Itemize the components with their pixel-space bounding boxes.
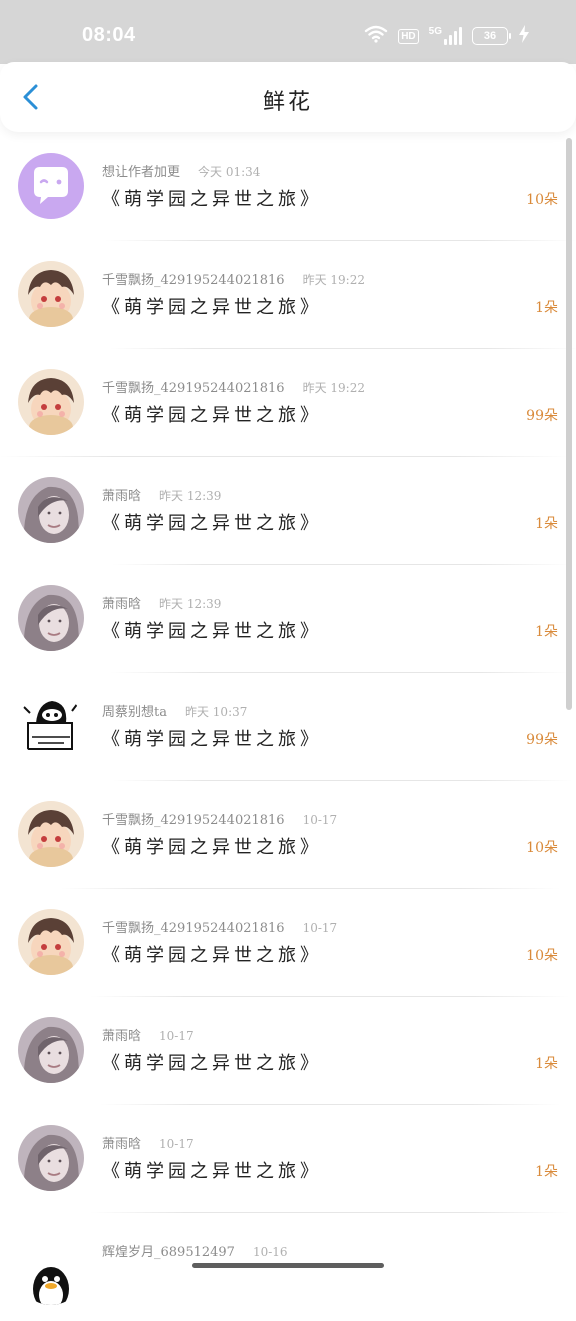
username: 萧雨晗 [102,597,142,612]
scrollbar[interactable] [566,138,572,710]
list-item[interactable]: 想让作者加更 今天 01:34 《萌学园之异世之旅》 10朵 [0,133,576,241]
username: 周蔡别想ta [102,705,167,720]
flower-count: 1朵 [535,1164,558,1180]
flower-count: 1朵 [535,516,558,532]
item-meta: 萧雨晗 昨天 12:39 [102,485,221,504]
anime-boy-avatar[interactable] [18,261,84,327]
timestamp: 今天 01:34 [198,165,261,179]
status-bar: 08:04 HD 5G 36 [0,0,576,64]
item-meta: 千雪飘扬_429195244021816 昨天 19:22 [102,269,365,288]
item-meta: 千雪飘扬_429195244021816 昨天 19:22 [102,377,365,396]
penguin-avatar[interactable] [18,1239,84,1305]
book-title: 《萌学园之异世之旅》 [102,729,322,750]
username: 千雪飘扬_429195244021816 [102,381,285,396]
book-title: 《萌学园之异世之旅》 [102,621,322,642]
timestamp: 昨天 19:22 [302,381,365,395]
username: 千雪飘扬_429195244021816 [102,273,285,288]
list-item[interactable]: 萧雨晗 昨天 12:39 《萌学园之异世之旅》 1朵 [0,565,570,673]
book-title: 《萌学园之异世之旅》 [102,1161,322,1182]
list-item[interactable]: 千雪飘扬_429195244021816 10-17 《萌学园之异世之旅》 10朵 [0,781,568,889]
list-item[interactable]: 千雪飘扬_429195244021816 昨天 19:22 《萌学园之异世之旅》 1朵 [0,241,576,349]
signal-label: 5G [428,26,442,37]
timestamp: 昨天 12:39 [159,597,222,611]
list-item[interactable]: 周蔡别想ta 昨天 10:37 《萌学园之异世之旅》 99朵 [0,673,572,781]
username: 想让作者加更 [102,165,181,180]
flower-count: 99朵 [526,732,558,748]
bubble-avatar[interactable] [18,153,84,219]
wifi-icon [364,25,388,48]
list-item[interactable]: 萧雨晗 10-17 《萌学园之异世之旅》 1朵 [0,1105,570,1213]
girl-photo-avatar[interactable] [18,477,84,543]
username: 萧雨晗 [102,489,142,504]
flower-count: 10朵 [526,840,558,856]
list-item[interactable]: 萧雨晗 昨天 12:39 《萌学园之异世之旅》 1朵 [0,457,572,565]
flower-count: 1朵 [535,300,558,316]
status-icons: HD 5G 36 [364,24,530,48]
timestamp: 10-16 [252,1245,288,1259]
book-title: 《萌学园之异世之旅》 [102,1053,322,1074]
header: 鲜花 [0,62,576,132]
timestamp: 10-17 [302,813,338,827]
page-title: 鲜花 [262,90,313,115]
item-meta: 萧雨晗 昨天 12:39 [102,593,221,612]
item-meta: 萧雨晗 10-17 [102,1133,194,1152]
status-time: 08:04 [82,24,136,46]
timestamp: 昨天 12:39 [159,489,222,503]
username: 萧雨晗 [102,1029,142,1044]
username: 千雪飘扬_429195244021816 [102,813,285,828]
username: 萧雨晗 [102,1137,142,1152]
battery-icon: 36 [472,27,511,45]
item-meta: 千雪飘扬_429195244021816 10-17 [102,809,337,828]
girl-photo-avatar[interactable] [18,585,84,651]
timestamp: 10-17 [302,921,338,935]
girl-photo-avatar[interactable] [18,1017,84,1083]
flower-count: 10朵 [526,948,558,964]
flower-count: 1朵 [535,1056,558,1072]
charging-icon [518,24,530,48]
item-meta: 千雪飘扬_429195244021816 10-17 [102,917,337,936]
username: 千雪飘扬_429195244021816 [102,921,285,936]
book-title: 《萌学园之异世之旅》 [102,189,322,210]
flower-count: 1朵 [535,624,558,640]
book-title: 《萌学园之异世之旅》 [102,945,322,966]
book-title: 《萌学园之异世之旅》 [102,837,322,858]
list-item[interactable]: 千雪飘扬_429195244021816 昨天 19:22 《萌学园之异世之旅》 99… [0,349,568,457]
anime-boy-avatar[interactable] [18,801,84,867]
girl-photo-avatar[interactable] [18,1125,84,1191]
item-meta: 辉煌岁月_689512497 10-16 [102,1241,288,1260]
book-title: 《萌学园之异世之旅》 [102,513,322,534]
item-meta: 周蔡别想ta 昨天 10:37 [102,701,247,720]
username: 辉煌岁月_689512497 [102,1245,235,1260]
signal-icon: 5G [429,27,462,45]
item-meta: 萧雨晗 10-17 [102,1025,194,1044]
book-title: 《萌学园之异世之旅》 [102,405,322,426]
flower-gift-list: 想让作者加更 今天 01:34 《萌学园之异世之旅》 10朵 千雪飘扬_42919524… [0,133,576,1321]
item-meta: 想让作者加更 今天 01:34 [102,161,260,180]
anime-boy-avatar[interactable] [18,909,84,975]
book-title: 《萌学园之异世之旅》 [102,297,322,318]
timestamp: 10-17 [159,1029,194,1043]
flower-count: 10朵 [526,192,558,208]
timestamp: 10-17 [159,1137,194,1151]
list-item[interactable]: 萧雨晗 10-17 《萌学园之异世之旅》 1朵 [0,997,568,1105]
timestamp: 昨天 19:22 [302,273,365,287]
list-item[interactable]: 千雪飘扬_429195244021816 10-17 《萌学园之异世之旅》 10朵 [0,889,570,997]
flower-count: 99朵 [526,408,558,424]
cartoon-sketch-avatar[interactable] [18,693,84,759]
anime-boy-avatar[interactable] [18,369,84,435]
hd-badge: HD [398,28,419,44]
timestamp: 昨天 10:37 [184,705,248,719]
home-indicator[interactable] [192,1263,384,1268]
